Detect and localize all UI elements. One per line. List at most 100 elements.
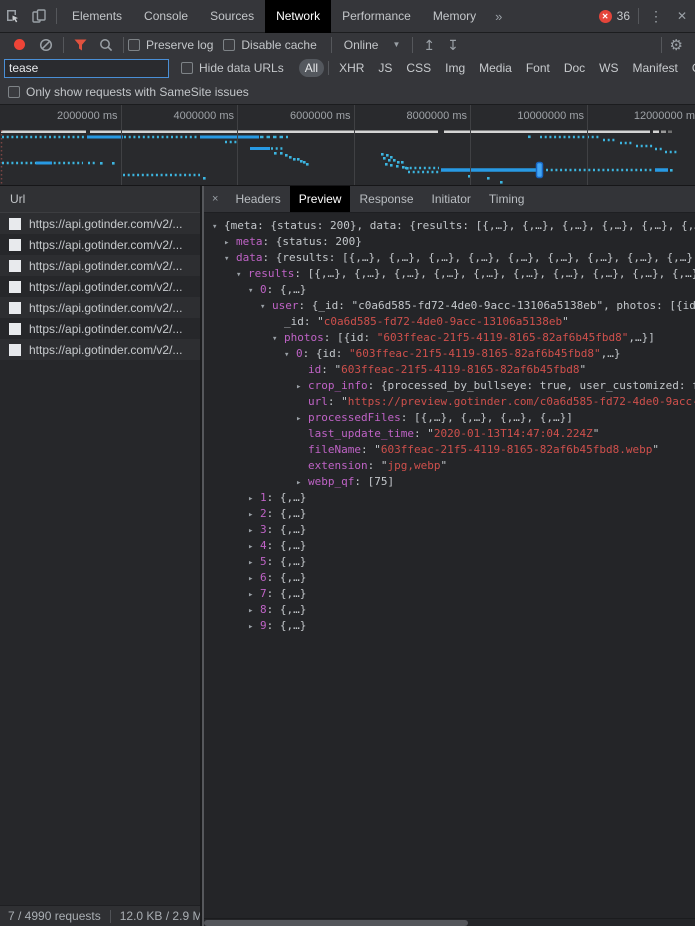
close-detail-icon[interactable]: × — [204, 186, 226, 212]
json-text: : {,…} — [267, 587, 307, 600]
filter-icon[interactable] — [74, 39, 87, 51]
tab-sources[interactable]: Sources — [199, 0, 265, 33]
request-row[interactable]: https://api.gotinder.com/v2/... — [0, 213, 200, 234]
device-toolbar-icon[interactable] — [26, 3, 52, 29]
close-devtools-icon[interactable]: ✕ — [669, 3, 695, 29]
type-filter-manifest[interactable]: Manifest — [627, 59, 684, 77]
throttling-select[interactable]: Online ▼ — [344, 38, 401, 52]
tree-toggle-icon[interactable]: ▾ — [212, 219, 224, 234]
tree-toggle-icon[interactable]: ▾ — [272, 331, 284, 346]
tree-toggle-icon[interactable]: ▸ — [296, 379, 308, 394]
tree-line: url: "https://preview.gotinder.com/c0a6d… — [204, 394, 695, 410]
type-filter-media[interactable]: Media — [473, 59, 518, 77]
detail-tab-preview[interactable]: Preview — [290, 186, 351, 212]
hide-data-urls-checkbox[interactable] — [181, 62, 193, 74]
timeline-gridline — [237, 105, 238, 185]
tree-line[interactable]: ▾user: {_id: "c0a6d585-fd72-4de0-9acc-13… — [204, 298, 695, 314]
search-icon[interactable] — [99, 38, 113, 52]
inspect-element-icon[interactable] — [0, 3, 26, 29]
tree-toggle-icon[interactable]: ▾ — [224, 251, 236, 266]
timeline-tick-label: 12000000 ms — [634, 110, 695, 122]
request-detail-pane: × HeadersPreviewResponseInitiatorTiming … — [204, 186, 695, 926]
tree-line[interactable]: ▾photos: [{id: "603ffeac-21f5-4119-8165-… — [204, 330, 695, 346]
tree-toggle-icon[interactable]: ▸ — [248, 539, 260, 554]
preserve-log-checkbox[interactable] — [128, 39, 140, 51]
type-filter-font[interactable]: Font — [520, 59, 556, 77]
tab-performance[interactable]: Performance — [331, 0, 422, 33]
record-network-log-icon[interactable] — [14, 39, 25, 50]
error-count-badge[interactable]: ✕ 36 — [599, 9, 630, 23]
settings-gear-icon[interactable]: ⚙ — [670, 36, 683, 54]
network-overview-timeline[interactable]: 2000000 ms4000000 ms6000000 ms8000000 ms… — [0, 105, 695, 186]
type-filter-other[interactable]: Other — [686, 59, 695, 77]
detail-tab-response[interactable]: Response — [350, 186, 422, 212]
disable-cache-checkbox[interactable] — [223, 39, 235, 51]
tree-line[interactable]: ▸webp_qf: [75] — [204, 474, 695, 490]
request-row[interactable]: https://api.gotinder.com/v2/... — [0, 234, 200, 255]
tree-line[interactable]: ▸9: {,…} — [204, 618, 695, 634]
more-panels-button[interactable]: » — [487, 9, 510, 24]
request-url: https://api.gotinder.com/v2/... — [29, 238, 182, 252]
type-filter-css[interactable]: CSS — [400, 59, 437, 77]
scrollbar-thumb[interactable] — [204, 920, 468, 926]
import-har-icon[interactable]: ↥ — [423, 38, 435, 52]
tree-line[interactable]: ▸8: {,…} — [204, 602, 695, 618]
tree-toggle-icon[interactable]: ▾ — [284, 347, 296, 362]
tree-toggle-icon[interactable]: ▸ — [248, 507, 260, 522]
tree-toggle-icon[interactable]: ▸ — [248, 603, 260, 618]
tree-line[interactable]: ▸7: {,…} — [204, 586, 695, 602]
detail-tab-headers[interactable]: Headers — [226, 186, 289, 212]
tree-toggle-icon[interactable]: ▸ — [296, 475, 308, 490]
tree-toggle-icon[interactable]: ▸ — [248, 523, 260, 538]
tree-line[interactable]: ▸1: {,…} — [204, 490, 695, 506]
tree-toggle-icon[interactable]: ▾ — [236, 267, 248, 282]
tree-line[interactable]: ▸3: {,…} — [204, 522, 695, 538]
tree-line[interactable]: ▾results: [{,…}, {,…}, {,…}, {,…}, {,…},… — [204, 266, 695, 282]
tree-toggle-icon[interactable]: ▸ — [224, 235, 236, 250]
type-filter-all[interactable]: All — [299, 59, 324, 77]
type-filter-xhr[interactable]: XHR — [333, 59, 370, 77]
tree-line[interactable]: ▾0: {,…} — [204, 282, 695, 298]
type-filter-js[interactable]: JS — [372, 59, 398, 77]
tab-console[interactable]: Console — [133, 0, 199, 33]
tree-toggle-icon[interactable]: ▾ — [260, 299, 272, 314]
kebab-menu-icon[interactable]: ⋮ — [643, 3, 669, 29]
tree-toggle-icon[interactable]: ▸ — [248, 619, 260, 634]
tree-toggle-icon[interactable]: ▸ — [248, 555, 260, 570]
tree-line[interactable]: ▸crop_info: {processed_by_bullseye: true… — [204, 378, 695, 394]
request-row[interactable]: https://api.gotinder.com/v2/... — [0, 297, 200, 318]
tree-line[interactable]: ▸6: {,…} — [204, 570, 695, 586]
horizontal-scrollbar[interactable] — [204, 918, 695, 926]
tab-memory[interactable]: Memory — [422, 0, 487, 33]
request-row[interactable]: https://api.gotinder.com/v2/... — [0, 276, 200, 297]
export-har-icon[interactable]: ↧ — [447, 38, 459, 52]
filter-input[interactable] — [4, 59, 169, 78]
tree-line[interactable]: ▸processedFiles: [{,…}, {,…}, {,…}, {,…}… — [204, 410, 695, 426]
url-column-header[interactable]: Url — [0, 186, 200, 213]
detail-tab-initiator[interactable]: Initiator — [423, 186, 480, 212]
json-key: webp_qf — [308, 475, 354, 488]
clear-network-log-icon[interactable] — [39, 38, 53, 52]
type-filter-doc[interactable]: Doc — [558, 59, 591, 77]
type-filter-img[interactable]: Img — [439, 59, 471, 77]
tree-line[interactable]: ▸meta: {status: 200} — [204, 234, 695, 250]
tree-line[interactable]: ▸2: {,…} — [204, 506, 695, 522]
tree-toggle-icon[interactable]: ▸ — [248, 587, 260, 602]
tab-network[interactable]: Network — [265, 0, 331, 33]
samesite-checkbox[interactable] — [8, 86, 20, 98]
tree-line[interactable]: ▸4: {,…} — [204, 538, 695, 554]
tree-line[interactable]: ▾{meta: {status: 200}, data: {results: [… — [204, 218, 695, 234]
tab-elements[interactable]: Elements — [61, 0, 133, 33]
tree-line[interactable]: ▸5: {,…} — [204, 554, 695, 570]
request-row[interactable]: https://api.gotinder.com/v2/... — [0, 339, 200, 360]
tree-toggle-icon[interactable]: ▾ — [248, 283, 260, 298]
tree-line[interactable]: ▾0: {id: "603ffeac-21f5-4119-8165-82af6b… — [204, 346, 695, 362]
type-filter-ws[interactable]: WS — [593, 59, 624, 77]
request-row[interactable]: https://api.gotinder.com/v2/... — [0, 318, 200, 339]
tree-toggle-icon[interactable]: ▸ — [248, 491, 260, 506]
tree-toggle-icon[interactable]: ▸ — [296, 411, 308, 426]
tree-toggle-icon[interactable]: ▸ — [248, 571, 260, 586]
tree-line[interactable]: ▾data: {results: [{,…}, {,…}, {,…}, {,…}… — [204, 250, 695, 266]
detail-tab-timing[interactable]: Timing — [480, 186, 534, 212]
request-row[interactable]: https://api.gotinder.com/v2/... — [0, 255, 200, 276]
